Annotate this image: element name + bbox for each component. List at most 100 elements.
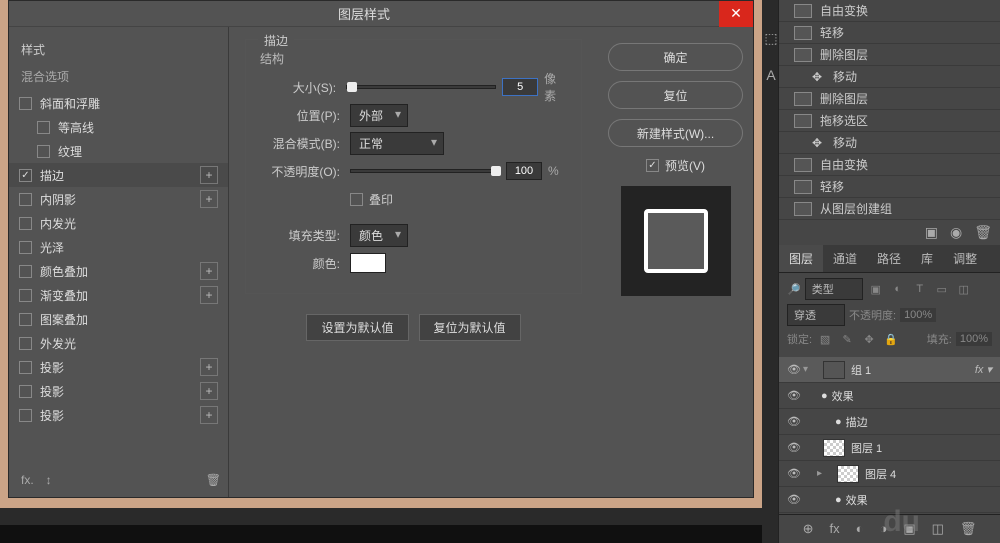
layer-row[interactable]: 👁▸图层 4 xyxy=(779,461,1000,487)
styles-header[interactable]: 样式 xyxy=(9,35,228,64)
style-item[interactable]: 渐变叠加+ xyxy=(9,283,228,307)
size-slider[interactable] xyxy=(346,85,496,89)
preview-check-box[interactable] xyxy=(646,159,659,172)
set-default-button[interactable]: 设置为默认值 xyxy=(306,314,408,341)
style-checkbox[interactable] xyxy=(37,121,50,134)
delete-icon[interactable]: 🗑 xyxy=(960,521,977,537)
history-item[interactable]: ✥移动 xyxy=(779,132,1000,154)
lock-brush-icon[interactable]: ✎ xyxy=(838,330,856,348)
blend-mode-select[interactable]: 穿透 xyxy=(787,304,845,326)
overprint-checkbox[interactable]: 叠印 xyxy=(350,191,393,208)
filter-type-icon[interactable]: 🔎 xyxy=(787,283,801,296)
history-item[interactable]: 轻移 xyxy=(779,176,1000,198)
add-effect-button[interactable]: + xyxy=(200,262,218,280)
style-checkbox[interactable] xyxy=(19,169,32,182)
style-checkbox[interactable] xyxy=(19,217,32,230)
style-checkbox[interactable] xyxy=(19,193,32,206)
opacity-slider[interactable] xyxy=(350,169,500,173)
visibility-icon[interactable]: 👁 xyxy=(787,363,803,376)
style-item[interactable]: 投影+ xyxy=(9,355,228,379)
style-checkbox[interactable] xyxy=(19,97,32,110)
style-item[interactable]: 等高线 xyxy=(9,115,228,139)
fill-value[interactable]: 100% xyxy=(956,332,992,346)
a-tool-icon[interactable]: A xyxy=(762,67,780,83)
reset-default-button[interactable]: 复位为默认值 xyxy=(419,314,521,341)
cancel-button[interactable]: 复位 xyxy=(608,81,743,109)
style-item[interactable]: 投影+ xyxy=(9,403,228,427)
history-item[interactable]: 自由变换 xyxy=(779,154,1000,176)
blend-mode-select[interactable]: 正常 xyxy=(350,132,444,155)
fx-label[interactable]: fx. xyxy=(21,473,34,487)
layers-tab[interactable]: 图层 xyxy=(779,245,823,272)
link-icon[interactable]: ⊕ xyxy=(803,521,814,537)
opacity-value[interactable]: 100% xyxy=(900,308,936,322)
ok-button[interactable]: 确定 xyxy=(608,43,743,71)
visibility-icon[interactable]: 👁 xyxy=(787,467,803,480)
layer-row[interactable]: 👁● 效果 xyxy=(779,383,1000,409)
visibility-icon[interactable]: 👁 xyxy=(787,493,803,506)
style-checkbox[interactable] xyxy=(19,337,32,350)
new-snapshot-icon[interactable]: ▣ xyxy=(925,224,938,241)
style-item[interactable]: 外发光 xyxy=(9,331,228,355)
history-item[interactable]: 拖移选区 xyxy=(779,110,1000,132)
preview-checkbox[interactable]: 预览(V) xyxy=(608,157,743,174)
camera-icon[interactable]: ◉ xyxy=(950,224,962,241)
layers-tab[interactable]: 通道 xyxy=(823,245,867,272)
cube-icon[interactable]: ⬚ xyxy=(762,30,780,47)
filter-shape-icon[interactable]: ▭ xyxy=(933,280,951,298)
style-checkbox[interactable] xyxy=(19,385,32,398)
style-item[interactable]: 内阴影+ xyxy=(9,187,228,211)
layers-tab[interactable]: 路径 xyxy=(867,245,911,272)
overprint-box[interactable] xyxy=(350,193,363,206)
history-item[interactable]: 自由变换 xyxy=(779,0,1000,22)
style-item[interactable]: 投影+ xyxy=(9,379,228,403)
style-item[interactable]: 光泽 xyxy=(9,235,228,259)
filter-image-icon[interactable]: ▣ xyxy=(867,280,885,298)
fx-indicator[interactable]: fx ▾ xyxy=(975,363,992,376)
fx-icon[interactable]: fx xyxy=(829,521,839,537)
trash-icon[interactable]: 🗑 xyxy=(974,224,992,241)
filter-text-icon[interactable]: T xyxy=(911,280,929,298)
history-item[interactable]: 删除图层 xyxy=(779,44,1000,66)
history-item[interactable]: 删除图层 xyxy=(779,88,1000,110)
dialog-titlebar[interactable]: 图层样式 ✕ xyxy=(9,1,753,27)
new-layer-icon[interactable]: ◫ xyxy=(932,521,944,537)
style-checkbox[interactable] xyxy=(19,289,32,302)
layer-row[interactable]: 👁● 描边 xyxy=(779,409,1000,435)
style-item[interactable]: 内发光 xyxy=(9,211,228,235)
visibility-icon[interactable]: 👁 xyxy=(787,389,803,402)
style-item[interactable]: 描边+ xyxy=(9,163,228,187)
style-item[interactable]: 颜色叠加+ xyxy=(9,259,228,283)
history-item[interactable]: 从图层创建组 xyxy=(779,198,1000,220)
style-checkbox[interactable] xyxy=(19,265,32,278)
trash-icon[interactable]: 🗑 xyxy=(206,473,221,487)
style-checkbox[interactable] xyxy=(19,409,32,422)
up-down-icon[interactable]: ↕ xyxy=(46,473,52,487)
chevron-icon[interactable]: ▸ xyxy=(817,468,831,479)
fill-type-select[interactable]: 颜色 xyxy=(350,224,408,247)
chevron-icon[interactable]: ▾ xyxy=(803,364,817,375)
position-select[interactable]: 外部 xyxy=(350,104,408,127)
add-effect-button[interactable]: + xyxy=(200,358,218,376)
add-effect-button[interactable]: + xyxy=(200,190,218,208)
style-checkbox[interactable] xyxy=(37,145,50,158)
add-effect-button[interactable]: + xyxy=(200,286,218,304)
new-style-button[interactable]: 新建样式(W)... xyxy=(608,119,743,147)
add-effect-button[interactable]: + xyxy=(200,166,218,184)
blend-options[interactable]: 混合选项 xyxy=(9,64,228,91)
layers-tab[interactable]: 调整 xyxy=(943,245,987,272)
visibility-icon[interactable]: 👁 xyxy=(787,441,803,454)
add-effect-button[interactable]: + xyxy=(200,382,218,400)
lock-move-icon[interactable]: ✥ xyxy=(860,330,878,348)
style-item[interactable]: 纹理 xyxy=(9,139,228,163)
filter-smart-icon[interactable]: ◫ xyxy=(955,280,973,298)
color-swatch[interactable] xyxy=(350,253,386,273)
close-button[interactable]: ✕ xyxy=(719,1,753,27)
history-item[interactable]: ✥移动 xyxy=(779,66,1000,88)
opacity-input[interactable] xyxy=(506,162,542,180)
style-item[interactable]: 斜面和浮雕 xyxy=(9,91,228,115)
lock-pixels-icon[interactable]: ▧ xyxy=(816,330,834,348)
type-filter-select[interactable]: 类型 xyxy=(805,278,863,300)
style-checkbox[interactable] xyxy=(19,361,32,374)
style-item[interactable]: 图案叠加 xyxy=(9,307,228,331)
